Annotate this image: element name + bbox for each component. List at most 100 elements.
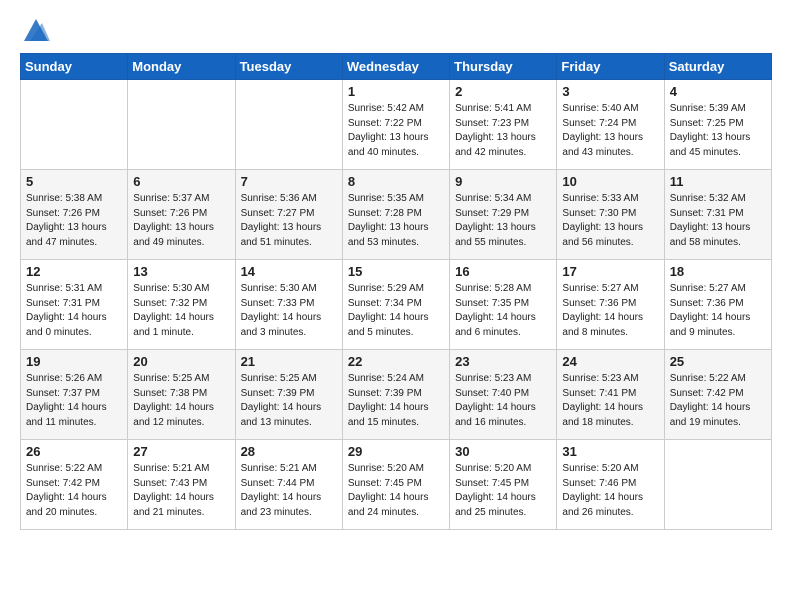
calendar-cell: 1 Sunrise: 5:42 AM Sunset: 7:22 PM Daylig…	[342, 80, 449, 170]
day-number: 25	[670, 354, 766, 369]
calendar-cell: 24Sunrise: 5:23 AM Sunset: 7:41 PM Dayli…	[557, 350, 664, 440]
day-number: 8	[348, 174, 444, 189]
calendar-cell	[21, 80, 128, 170]
calendar-cell: 6 Sunrise: 5:37 AM Sunset: 7:26 PM Daylig…	[128, 170, 235, 260]
day-info: Sunrise: 5:29 AM Sunset: 7:34 PM Dayligh…	[348, 282, 444, 340]
calendar-cell: 9 Sunrise: 5:34 AM Sunset: 7:29 PM Daylig…	[450, 170, 557, 260]
logo	[20, 15, 50, 43]
day-info: Sunrise: 5:42 AM Sunset: 7:22 PM Dayligh…	[348, 102, 444, 160]
day-of-week-header: Wednesday	[342, 54, 449, 80]
day-info: Sunrise: 5:20 AM Sunset: 7:45 PM Dayligh…	[348, 462, 444, 520]
calendar-cell: 27Sunrise: 5:21 AM Sunset: 7:43 PM Dayli…	[128, 440, 235, 530]
calendar-cell: 29 Sunrise: 5:20 AM Sunset: 7:45 PM Dayli…	[342, 440, 449, 530]
logo-icon	[22, 15, 50, 43]
calendar-week-row: 26 Sunrise: 5:22 AM Sunset: 7:42 PM Dayli…	[21, 440, 772, 530]
calendar-cell: 16 Sunrise: 5:28 AM Sunset: 7:35 PM Dayli…	[450, 260, 557, 350]
day-number: 22	[348, 354, 444, 369]
day-info: Sunrise: 5:40 AM Sunset: 7:24 PM Dayligh…	[562, 102, 658, 160]
calendar-cell: 19 Sunrise: 5:26 AM Sunset: 7:37 PM Dayli…	[21, 350, 128, 440]
day-info: Sunrise: 5:41 AM Sunset: 7:23 PM Dayligh…	[455, 102, 551, 160]
calendar-cell: 21Sunrise: 5:25 AM Sunset: 7:39 PM Dayli…	[235, 350, 342, 440]
day-number: 4	[670, 84, 766, 99]
calendar-cell: 25 Sunrise: 5:22 AM Sunset: 7:42 PM Dayli…	[664, 350, 771, 440]
page: SundayMondayTuesdayWednesdayThursdayFrid…	[0, 0, 792, 545]
day-of-week-header: Friday	[557, 54, 664, 80]
calendar-cell	[235, 80, 342, 170]
day-info: Sunrise: 5:35 AM Sunset: 7:28 PM Dayligh…	[348, 192, 444, 250]
day-number: 1	[348, 84, 444, 99]
calendar-cell: 31Sunrise: 5:20 AM Sunset: 7:46 PM Dayli…	[557, 440, 664, 530]
day-number: 23	[455, 354, 551, 369]
day-info: Sunrise: 5:24 AM Sunset: 7:39 PM Dayligh…	[348, 372, 444, 430]
calendar-week-row: 5 Sunrise: 5:38 AM Sunset: 7:26 PM Daylig…	[21, 170, 772, 260]
header	[20, 15, 772, 43]
day-info: Sunrise: 5:39 AM Sunset: 7:25 PM Dayligh…	[670, 102, 766, 160]
day-info: Sunrise: 5:22 AM Sunset: 7:42 PM Dayligh…	[670, 372, 766, 430]
day-info: Sunrise: 5:33 AM Sunset: 7:30 PM Dayligh…	[562, 192, 658, 250]
calendar-cell: 17 Sunrise: 5:27 AM Sunset: 7:36 PM Dayli…	[557, 260, 664, 350]
day-info: Sunrise: 5:34 AM Sunset: 7:29 PM Dayligh…	[455, 192, 551, 250]
day-info: Sunrise: 5:27 AM Sunset: 7:36 PM Dayligh…	[562, 282, 658, 340]
day-info: Sunrise: 5:22 AM Sunset: 7:42 PM Dayligh…	[26, 462, 122, 520]
calendar-cell: 13 Sunrise: 5:30 AM Sunset: 7:32 PM Dayli…	[128, 260, 235, 350]
day-info: Sunrise: 5:21 AM Sunset: 7:44 PM Dayligh…	[241, 462, 337, 520]
calendar-cell: 30Sunrise: 5:20 AM Sunset: 7:45 PM Dayli…	[450, 440, 557, 530]
day-number: 5	[26, 174, 122, 189]
calendar-cell: 22 Sunrise: 5:24 AM Sunset: 7:39 PM Dayli…	[342, 350, 449, 440]
calendar-cell: 18 Sunrise: 5:27 AM Sunset: 7:36 PM Dayli…	[664, 260, 771, 350]
day-number: 13	[133, 264, 229, 279]
day-info: Sunrise: 5:26 AM Sunset: 7:37 PM Dayligh…	[26, 372, 122, 430]
calendar-table: SundayMondayTuesdayWednesdayThursdayFrid…	[20, 53, 772, 530]
day-number: 30	[455, 444, 551, 459]
day-of-week-header: Sunday	[21, 54, 128, 80]
calendar-cell: 5 Sunrise: 5:38 AM Sunset: 7:26 PM Daylig…	[21, 170, 128, 260]
day-number: 29	[348, 444, 444, 459]
day-info: Sunrise: 5:30 AM Sunset: 7:33 PM Dayligh…	[241, 282, 337, 340]
calendar-week-row: 1 Sunrise: 5:42 AM Sunset: 7:22 PM Daylig…	[21, 80, 772, 170]
day-number: 17	[562, 264, 658, 279]
calendar-cell: 10 Sunrise: 5:33 AM Sunset: 7:30 PM Dayli…	[557, 170, 664, 260]
day-number: 11	[670, 174, 766, 189]
day-number: 12	[26, 264, 122, 279]
calendar-cell: 11 Sunrise: 5:32 AM Sunset: 7:31 PM Dayli…	[664, 170, 771, 260]
day-number: 19	[26, 354, 122, 369]
day-number: 15	[348, 264, 444, 279]
day-number: 2	[455, 84, 551, 99]
day-number: 27	[133, 444, 229, 459]
day-number: 18	[670, 264, 766, 279]
day-info: Sunrise: 5:36 AM Sunset: 7:27 PM Dayligh…	[241, 192, 337, 250]
calendar-cell: 12 Sunrise: 5:31 AM Sunset: 7:31 PM Dayli…	[21, 260, 128, 350]
day-info: Sunrise: 5:37 AM Sunset: 7:26 PM Dayligh…	[133, 192, 229, 250]
day-info: Sunrise: 5:23 AM Sunset: 7:40 PM Dayligh…	[455, 372, 551, 430]
calendar-cell: 28 Sunrise: 5:21 AM Sunset: 7:44 PM Dayli…	[235, 440, 342, 530]
calendar-cell: 7 Sunrise: 5:36 AM Sunset: 7:27 PM Daylig…	[235, 170, 342, 260]
calendar-cell	[128, 80, 235, 170]
day-number: 10	[562, 174, 658, 189]
day-number: 6	[133, 174, 229, 189]
calendar-cell: 14 Sunrise: 5:30 AM Sunset: 7:33 PM Dayli…	[235, 260, 342, 350]
calendar-cell: 3Sunrise: 5:40 AM Sunset: 7:24 PM Daylig…	[557, 80, 664, 170]
calendar-cell: 4 Sunrise: 5:39 AM Sunset: 7:25 PM Daylig…	[664, 80, 771, 170]
day-of-week-header: Tuesday	[235, 54, 342, 80]
day-info: Sunrise: 5:31 AM Sunset: 7:31 PM Dayligh…	[26, 282, 122, 340]
day-number: 26	[26, 444, 122, 459]
day-info: Sunrise: 5:30 AM Sunset: 7:32 PM Dayligh…	[133, 282, 229, 340]
day-of-week-header: Thursday	[450, 54, 557, 80]
day-info: Sunrise: 5:28 AM Sunset: 7:35 PM Dayligh…	[455, 282, 551, 340]
day-number: 16	[455, 264, 551, 279]
day-of-week-header: Saturday	[664, 54, 771, 80]
calendar-cell: 26 Sunrise: 5:22 AM Sunset: 7:42 PM Dayli…	[21, 440, 128, 530]
day-info: Sunrise: 5:20 AM Sunset: 7:46 PM Dayligh…	[562, 462, 658, 520]
day-info: Sunrise: 5:38 AM Sunset: 7:26 PM Dayligh…	[26, 192, 122, 250]
calendar-week-row: 19 Sunrise: 5:26 AM Sunset: 7:37 PM Dayli…	[21, 350, 772, 440]
day-info: Sunrise: 5:25 AM Sunset: 7:39 PM Dayligh…	[241, 372, 337, 430]
calendar-week-row: 12 Sunrise: 5:31 AM Sunset: 7:31 PM Dayli…	[21, 260, 772, 350]
calendar-cell: 15 Sunrise: 5:29 AM Sunset: 7:34 PM Dayli…	[342, 260, 449, 350]
day-number: 14	[241, 264, 337, 279]
day-info: Sunrise: 5:32 AM Sunset: 7:31 PM Dayligh…	[670, 192, 766, 250]
day-number: 28	[241, 444, 337, 459]
day-number: 9	[455, 174, 551, 189]
day-info: Sunrise: 5:25 AM Sunset: 7:38 PM Dayligh…	[133, 372, 229, 430]
day-info: Sunrise: 5:27 AM Sunset: 7:36 PM Dayligh…	[670, 282, 766, 340]
day-number: 7	[241, 174, 337, 189]
